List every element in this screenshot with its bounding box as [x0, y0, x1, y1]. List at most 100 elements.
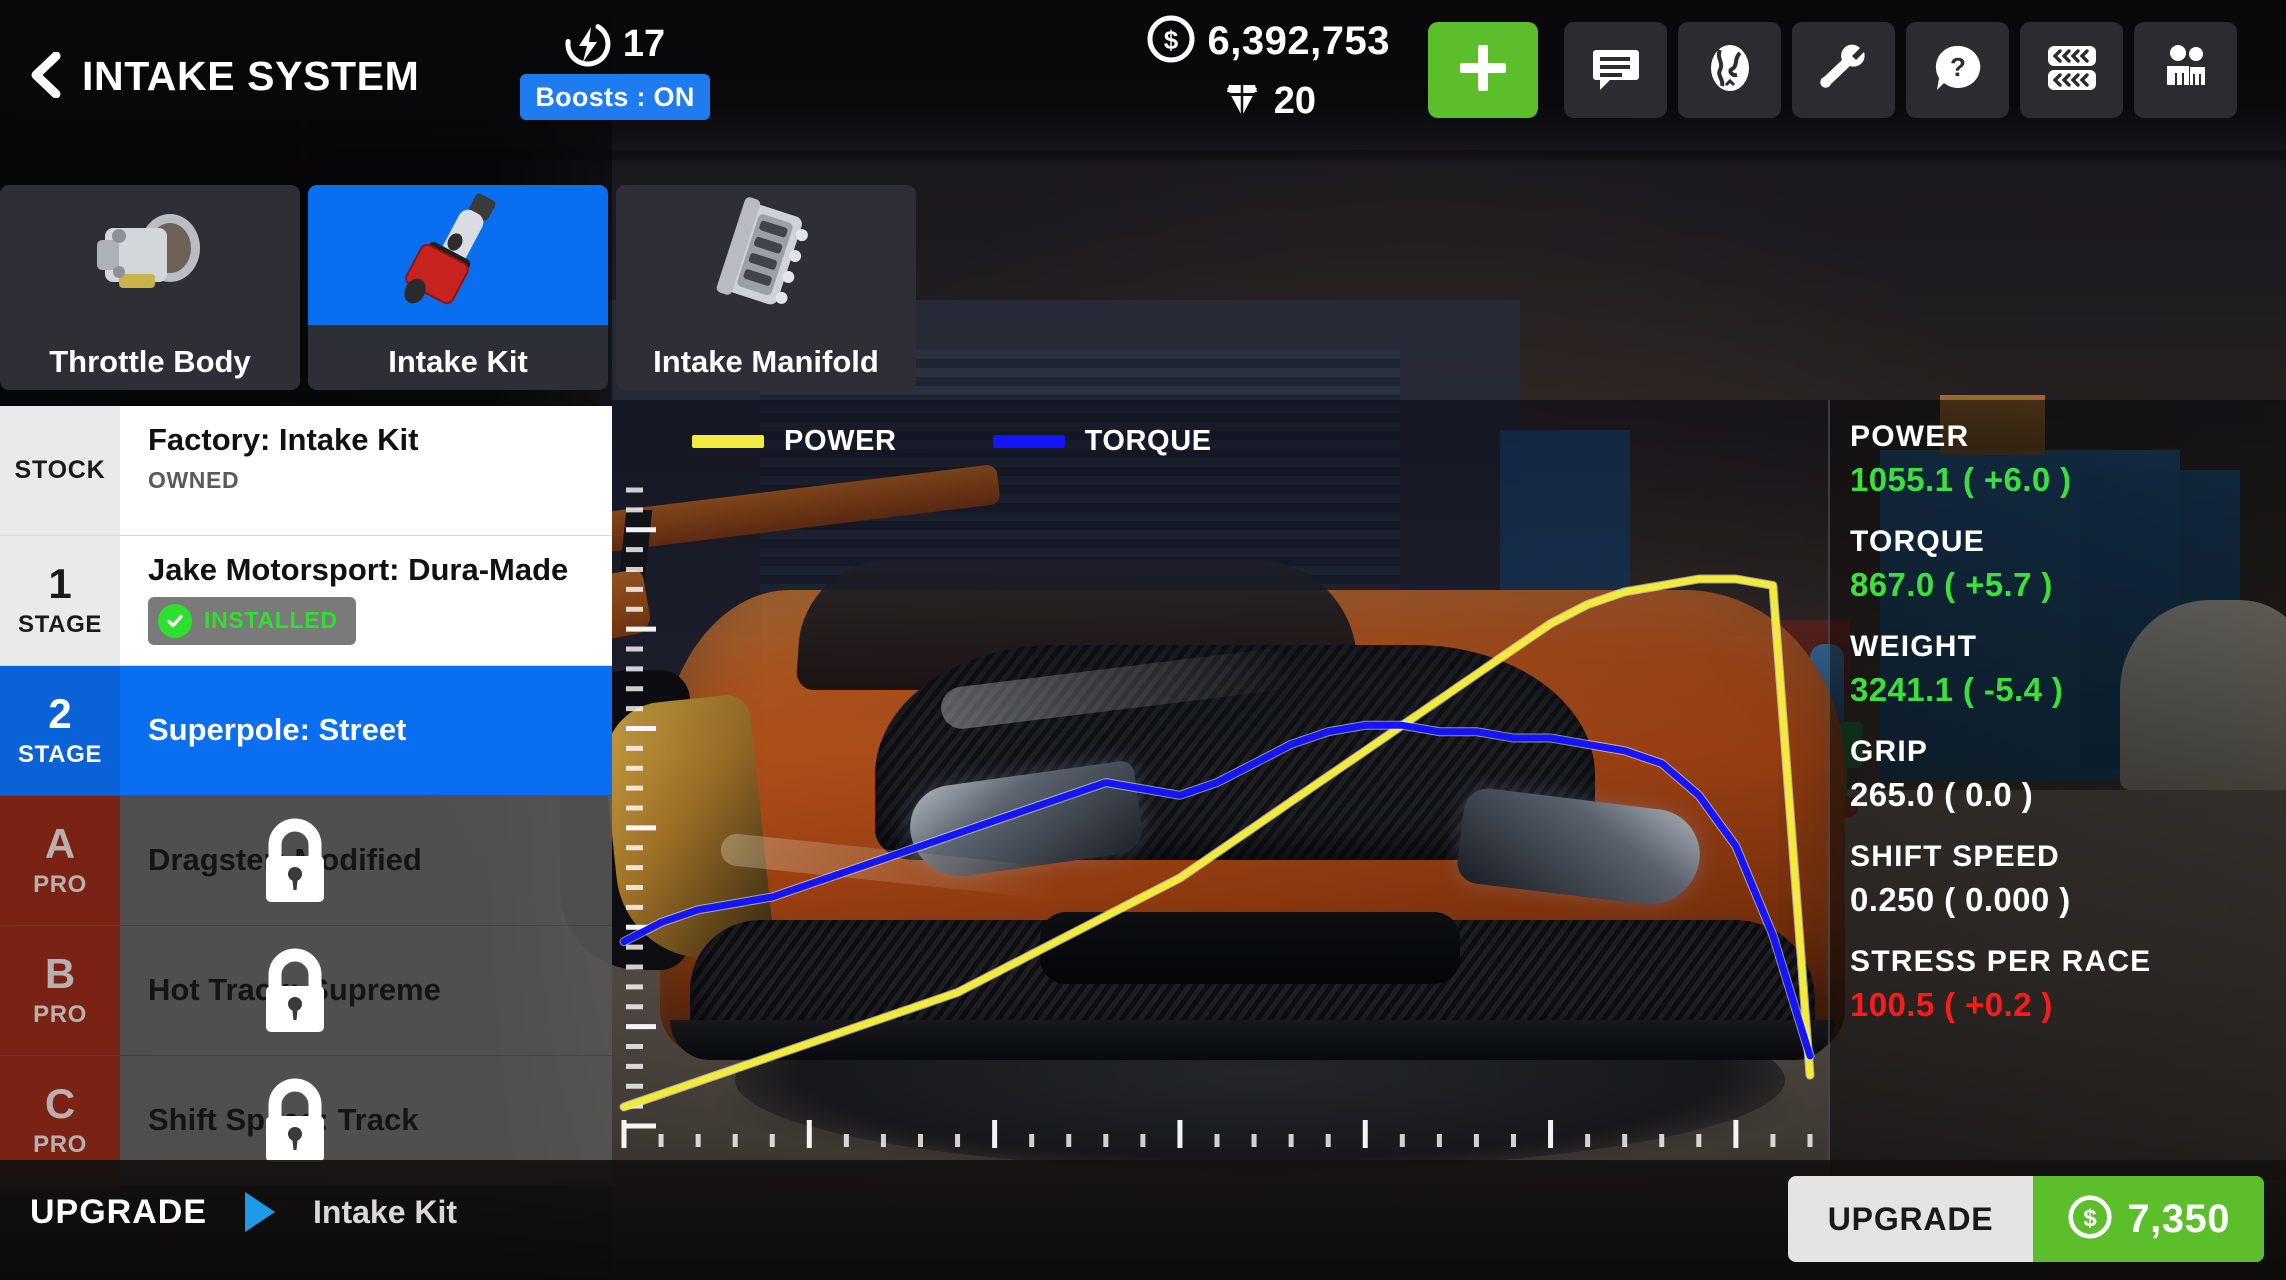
stat-shift-speed: SHIFT SPEED 0.250 ( 0.000 ) — [1850, 840, 2286, 919]
stats-divider — [1828, 400, 1830, 1180]
chat-icon — [1590, 42, 1642, 99]
gem-icon — [1220, 77, 1264, 126]
help-icon: ? — [1932, 42, 1984, 99]
part-badge: 2 STAGE — [0, 666, 120, 795]
stat-label: WEIGHT — [1850, 630, 1978, 663]
part-badge-number: B — [44, 949, 76, 997]
part-badge: A PRO — [0, 796, 120, 925]
part-badge-label: STAGE — [18, 610, 102, 638]
part-badge-label: PRO — [33, 870, 87, 898]
part-badge-number: A — [44, 819, 76, 867]
stat-value: 0.250 ( 0.000 ) — [1850, 881, 2071, 918]
part-badge: STOCK — [0, 406, 120, 535]
lock-icon — [258, 948, 332, 1036]
tab-throttle-body[interactable]: Throttle Body — [0, 185, 300, 390]
part-badge-label: PRO — [33, 1130, 87, 1158]
svg-text:?: ? — [1950, 52, 1966, 82]
part-badge-label: PRO — [33, 1000, 87, 1028]
check-icon — [158, 603, 192, 638]
lock-icon — [258, 1078, 332, 1166]
svg-text:$: $ — [2084, 1205, 2097, 1232]
part-row-stage-2[interactable]: 2 STAGE Superpole: Street — [0, 666, 612, 796]
add-currency-button[interactable] — [1428, 22, 1538, 118]
currency-block: $ 6,392,753 20 — [1090, 10, 1390, 150]
boosts-toggle-label: Boosts : ON — [535, 81, 695, 112]
world-button[interactable] — [1678, 22, 1781, 118]
part-badge-number: C — [44, 1079, 76, 1127]
stat-label: TORQUE — [1850, 525, 1985, 558]
chevron-left-icon[interactable] — [24, 52, 66, 98]
intake-kit-icon — [308, 185, 608, 325]
installed-label: INSTALLED — [204, 607, 338, 634]
bottom-bar: UPGRADE Intake Kit UPGRADE $ 7,350 — [0, 1160, 2286, 1280]
page-title: INTAKE SYSTEM — [82, 53, 420, 99]
category-tabs: Throttle Body Intake Kit Intake Manifold — [0, 185, 916, 390]
part-row-stock[interactable]: STOCK Factory: Intake Kit OWNED — [0, 406, 612, 536]
boost-bolt-icon — [565, 21, 611, 67]
upgrade-label: UPGRADE — [30, 1192, 208, 1231]
stat-value: 265.0 ( 0.0 ) — [1850, 776, 2034, 813]
stat-weight: WEIGHT 3241.1 ( -5.4 ) — [1850, 630, 2286, 709]
upgrade-subject: Intake Kit — [313, 1193, 458, 1230]
tab-intake-kit[interactable]: Intake Kit — [308, 185, 608, 390]
part-status: OWNED — [148, 466, 240, 493]
upgrade-price-value: 7,350 — [2127, 1196, 2230, 1241]
svg-text:$: $ — [1163, 25, 1178, 55]
stat-label: GRIP — [1850, 735, 1929, 768]
chat-button[interactable] — [1564, 22, 1667, 118]
part-row-pro-a[interactable]: A PRO Dragster: Modified — [0, 796, 612, 926]
part-badge-label: STOCK — [14, 456, 106, 484]
part-badge-label: STAGE — [18, 740, 102, 768]
chart-plot — [619, 487, 1815, 1148]
tab-intake-manifold[interactable]: Intake Manifold — [616, 185, 916, 390]
boost-area: 17 Boosts : ON — [480, 18, 750, 128]
part-name: Jake Motorsport: Dura-Made — [148, 552, 569, 587]
crew-icon — [2158, 42, 2214, 99]
tires-button[interactable] — [2020, 22, 2123, 118]
part-badge: B PRO — [0, 926, 120, 1055]
crew-button[interactable] — [2134, 22, 2237, 118]
globe-icon — [1704, 42, 1756, 99]
part-name: Factory: Intake Kit — [148, 422, 419, 457]
gem-amount: 20 — [1273, 79, 1316, 122]
boosts-toggle-button[interactable]: Boosts : ON — [520, 74, 710, 120]
stat-label: STRESS PER RACE — [1850, 945, 2152, 978]
tune-button[interactable] — [1792, 22, 1895, 118]
upgrade-button-label: UPGRADE — [1827, 1200, 1994, 1237]
garage-upgrade-screen: INTAKE SYSTEM 17 Boosts : ON $ 6,392,753… — [0, 0, 2286, 1280]
stat-label: SHIFT SPEED — [1850, 840, 2060, 873]
stat-value: 100.5 ( +0.2 ) — [1850, 986, 2053, 1023]
coin-dollar-icon: $ — [2067, 1194, 2113, 1245]
boost-count: 17 — [622, 22, 666, 65]
help-button[interactable]: ? — [1906, 22, 2009, 118]
part-name: Hot Track: Supreme — [148, 972, 441, 1007]
stat-value: 867.0 ( +5.7 ) — [1850, 566, 2053, 603]
installed-badge: INSTALLED — [148, 596, 356, 645]
part-name: Superpole: Street — [148, 712, 407, 747]
stat-power: POWER 1055.1 ( +6.0 ) — [1850, 420, 2286, 499]
tab-label: Intake Manifold — [653, 344, 879, 379]
part-badge-number: 1 — [48, 559, 72, 607]
lock-icon — [258, 818, 332, 906]
part-name: Dragster: Modified — [148, 842, 422, 877]
upgrade-price: $ 7,350 — [2033, 1176, 2264, 1262]
part-row-pro-b[interactable]: B PRO Hot Track: Supreme — [0, 926, 612, 1056]
tab-label: Throttle Body — [49, 344, 251, 379]
part-badge-number: 2 — [48, 689, 72, 737]
cash-amount: 6,392,753 — [1207, 18, 1390, 63]
stat-stress-per-race: STRESS PER RACE 100.5 ( +0.2 ) — [1850, 945, 2286, 1024]
stat-label: POWER — [1850, 420, 1970, 453]
top-bar: INTAKE SYSTEM 17 Boosts : ON $ 6,392,753… — [0, 0, 2286, 168]
part-row-stage-1[interactable]: 1 STAGE Jake Motorsport: Dura-Made INSTA… — [0, 536, 612, 666]
tab-label: Intake Kit — [388, 344, 528, 379]
part-badge: 1 STAGE — [0, 536, 120, 665]
plus-icon — [1455, 40, 1511, 101]
part-name: Shift Speed: Track — [148, 1102, 419, 1137]
upgrade-button[interactable]: UPGRADE $ 7,350 — [1787, 1176, 2264, 1262]
tires-icon — [2044, 42, 2100, 99]
stat-grip: GRIP 265.0 ( 0.0 ) — [1850, 735, 2286, 814]
throttle-body-icon — [0, 185, 300, 325]
upgrade-breadcrumb: UPGRADE Intake Kit — [30, 1192, 457, 1232]
intake-manifold-icon — [616, 185, 916, 325]
stat-value: 1055.1 ( +6.0 ) — [1850, 461, 2072, 498]
